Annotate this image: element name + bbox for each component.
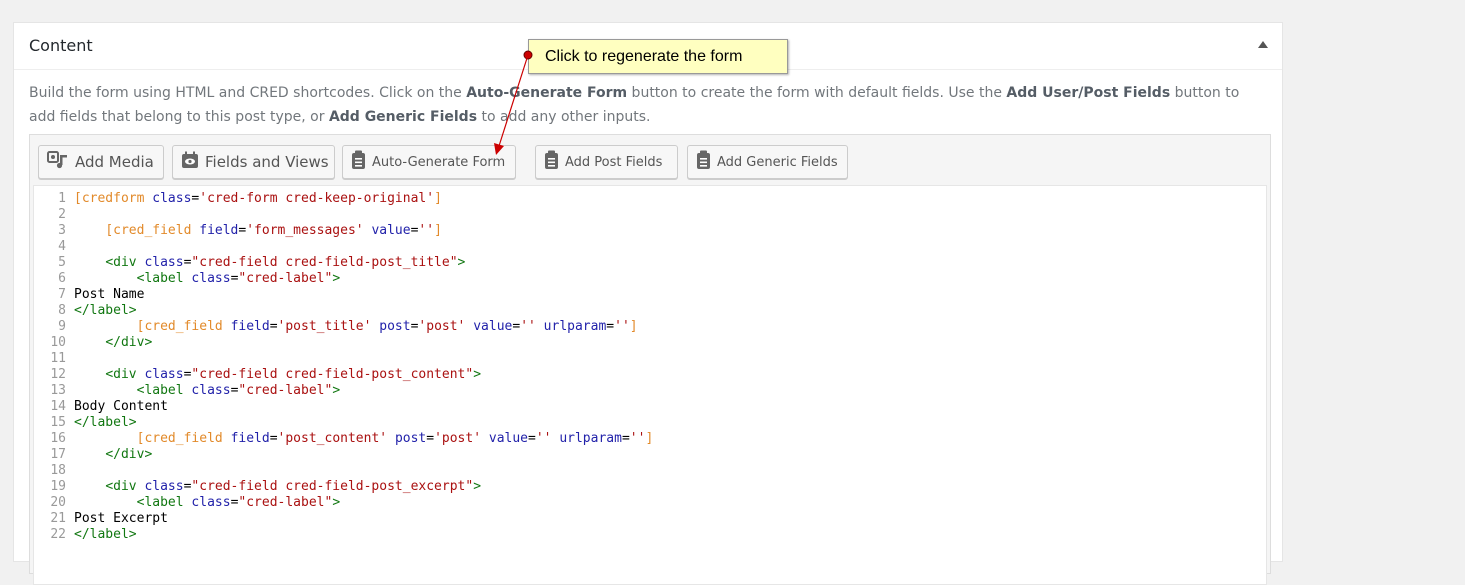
code-text: <div class="cred-field cred-field-post_c… — [105, 367, 482, 382]
line-number: 22 — [50, 527, 66, 542]
code-line: 16 [cred_field field='post_content' post… — [34, 431, 1266, 447]
code-text: <label class="cred-label"> — [136, 495, 341, 510]
line-number: 17 — [50, 447, 66, 462]
code-line: 15 </label> — [34, 415, 1266, 431]
form-icon — [696, 150, 711, 174]
form-icon — [544, 150, 559, 174]
code-line: 18 — [34, 463, 1266, 479]
code-line: 13 <label class="cred-label"> — [34, 383, 1266, 399]
callout-text: Click to regenerate the form — [545, 47, 743, 65]
code-line: 5 <div class="cred-field cred-field-post… — [34, 255, 1266, 271]
code-line: 17 </div> — [34, 447, 1266, 463]
desc-bold-auto-generate: Auto-Generate Form — [466, 85, 628, 101]
add-media-label: Add Media — [75, 153, 154, 171]
line-number: 4 — [58, 239, 66, 254]
content-panel: Content Build the form using HTML and CR… — [13, 22, 1283, 585]
code-text: <label class="cred-label"> — [136, 271, 341, 286]
triangle-up-icon[interactable] — [1258, 41, 1268, 48]
code-text: [cred_field field='post_title' post='pos… — [136, 319, 638, 334]
line-number: 15 — [50, 415, 66, 430]
code-line: 14 Body Content — [34, 399, 1266, 415]
code-text: </div> — [105, 447, 153, 462]
desc-text-4: to add any other inputs. — [477, 109, 651, 125]
code-text: <div class="cred-field cred-field-post_e… — [105, 479, 482, 494]
panel-title: Content — [29, 36, 93, 55]
line-number: 11 — [50, 351, 66, 366]
auto-generate-form-button[interactable]: Auto-Generate Form — [342, 145, 516, 179]
code-text: </label> — [74, 415, 137, 430]
code-line: 6 <label class="cred-label"> — [34, 271, 1266, 287]
desc-text-2: button to create the form with default f… — [627, 85, 1007, 101]
code-text: </label> — [74, 527, 137, 542]
code-line: 12 <div class="cred-field cred-field-pos… — [34, 367, 1266, 383]
code-line: 10 </div> — [34, 335, 1266, 351]
panel-description: Build the form using HTML and CRED short… — [29, 81, 1259, 129]
add-generic-fields-label: Add Generic Fields — [717, 154, 838, 170]
editor-container: Add Media Fields and Views Auto-Generate… — [29, 134, 1271, 585]
line-number: 19 — [50, 479, 66, 494]
code-line: 1 [credform class='cred-form cred-keep-or… — [34, 191, 1266, 207]
code-text: [credform class='cred-form cred-keep-ori… — [74, 191, 442, 206]
code-text: Body Content — [74, 399, 168, 414]
line-number: 13 — [50, 383, 66, 398]
line-number: 10 — [50, 335, 66, 350]
code-text: Post Name — [74, 287, 145, 302]
auto-generate-form-label: Auto-Generate Form — [372, 154, 506, 170]
desc-text-1: Build the form using HTML and CRED short… — [29, 85, 467, 101]
code-text: Post Excerpt — [74, 511, 168, 526]
code-editor[interactable]: 1 [credform class='cred-form cred-keep-or… — [33, 185, 1267, 585]
code-line: 4 — [34, 239, 1266, 255]
code-line: 7 Post Name — [34, 287, 1266, 303]
line-number: 5 — [58, 255, 66, 270]
code-line: 21 Post Excerpt — [34, 511, 1266, 527]
code-line: 9 [cred_field field='post_title' post='p… — [34, 319, 1266, 335]
code-line: 8 </label> — [34, 303, 1266, 319]
code-line: 19 <div class="cred-field cred-field-pos… — [34, 479, 1266, 495]
line-number: 16 — [50, 431, 66, 446]
line-number: 1 — [58, 191, 66, 206]
fields-and-views-button[interactable]: Fields and Views — [172, 145, 335, 179]
code-lines: 1 [credform class='cred-form cred-keep-or… — [34, 191, 1266, 543]
code-text: [cred_field field='post_content' post='p… — [136, 431, 654, 446]
line-number: 8 — [58, 303, 66, 318]
desc-bold-add-fields: Add User/Post Fields — [1006, 85, 1171, 101]
line-number: 12 — [50, 367, 66, 382]
code-text: [cred_field field='form_messages' value=… — [105, 223, 442, 238]
code-text: </div> — [105, 335, 153, 350]
line-number: 20 — [50, 495, 66, 510]
code-line: 3 [cred_field field='form_messages' valu… — [34, 223, 1266, 239]
add-media-button[interactable]: Add Media — [38, 145, 164, 179]
add-generic-fields-button[interactable]: Add Generic Fields — [687, 145, 848, 179]
eye-icon — [181, 151, 199, 173]
add-post-fields-label: Add Post Fields — [565, 154, 663, 170]
code-line: 20 <label class="cred-label"> — [34, 495, 1266, 511]
code-line: 2 — [34, 207, 1266, 223]
line-number: 2 — [58, 207, 66, 222]
code-line: 22 </label> — [34, 527, 1266, 543]
line-number: 6 — [58, 271, 66, 286]
add-post-fields-button[interactable]: Add Post Fields — [535, 145, 678, 179]
media-icon — [47, 151, 69, 173]
line-number: 21 — [50, 511, 66, 526]
form-icon — [351, 150, 366, 174]
code-text: <div class="cred-field cred-field-post_t… — [105, 255, 466, 270]
desc-bold-generic-fields: Add Generic Fields — [328, 109, 478, 125]
line-number: 9 — [58, 319, 66, 334]
fields-and-views-label: Fields and Views — [205, 153, 329, 171]
tooltip-callout: Click to regenerate the form — [528, 39, 788, 74]
line-number: 3 — [58, 223, 66, 238]
code-line: 11 — [34, 351, 1266, 367]
line-number: 7 — [58, 287, 66, 302]
line-number: 18 — [50, 463, 66, 478]
line-number: 14 — [50, 399, 66, 414]
code-text: </label> — [74, 303, 137, 318]
code-text: <label class="cred-label"> — [136, 383, 341, 398]
